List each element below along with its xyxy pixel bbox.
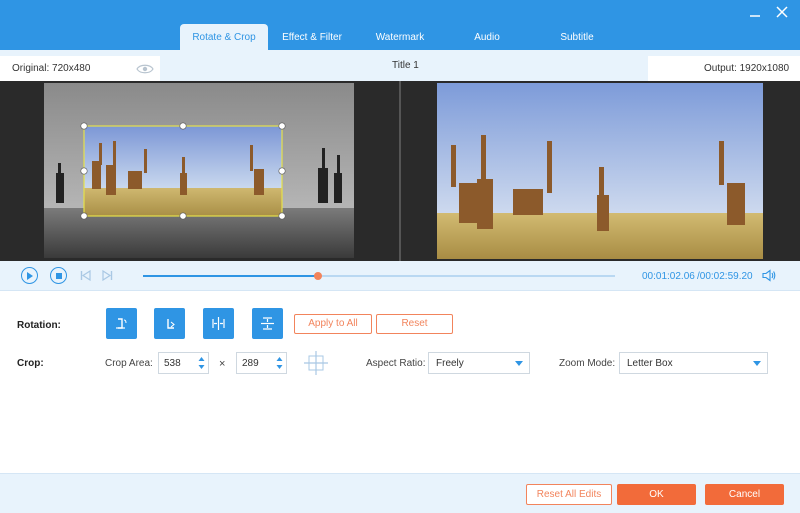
- reset-all-edits-button[interactable]: Reset All Edits: [526, 484, 612, 505]
- rotate-left-icon: [116, 318, 127, 329]
- zoom-mode-value: Letter Box: [627, 358, 673, 369]
- flip-vertical-button[interactable]: [252, 308, 283, 339]
- center-crop-icon[interactable]: [303, 350, 329, 376]
- tab-watermark[interactable]: Watermark: [362, 24, 438, 50]
- stop-button[interactable]: [50, 267, 67, 284]
- progress-track[interactable]: [143, 272, 615, 280]
- video-title: Title 1: [392, 60, 419, 71]
- close-icon[interactable]: [773, 3, 791, 21]
- reset-rotation-button[interactable]: Reset: [376, 314, 453, 334]
- tab-audio[interactable]: Audio: [452, 24, 522, 50]
- stepper-arrows-icon[interactable]: [198, 356, 205, 370]
- output-resolution: Output: 1920x1080: [704, 63, 790, 74]
- crop-area-label: Crop Area:: [105, 358, 153, 369]
- progress-fill: [143, 275, 318, 277]
- crop-label: Crop:: [17, 358, 44, 369]
- chevron-down-icon: [753, 361, 761, 366]
- playback-bar: 00:01:02.06 /00:02:59.20: [0, 261, 800, 291]
- crop-height-stepper[interactable]: 289: [236, 352, 287, 374]
- tab-effect-filter[interactable]: Effect & Filter: [272, 24, 352, 50]
- title-bar: Rotate & Crop Effect & Filter Watermark …: [0, 0, 800, 50]
- chevron-down-icon: [515, 361, 523, 366]
- play-button[interactable]: [21, 267, 38, 284]
- crop-region: [84, 126, 282, 216]
- flip-horizontal-button[interactable]: [203, 308, 234, 339]
- stepper-arrows-icon[interactable]: [276, 356, 283, 370]
- volume-icon[interactable]: [762, 269, 776, 282]
- play-icon: [27, 271, 33, 280]
- eye-icon[interactable]: [136, 63, 154, 75]
- footer-bar: Reset All Edits OK Cancel: [0, 473, 800, 513]
- crop-width-stepper[interactable]: 538: [158, 352, 209, 374]
- original-resolution: Original: 720x480: [12, 63, 91, 74]
- progress-handle[interactable]: [313, 272, 322, 280]
- prev-frame-icon[interactable]: [80, 270, 91, 281]
- current-time: 00:01:02.06: [642, 271, 695, 282]
- rotation-label: Rotation:: [17, 320, 61, 331]
- times-sign: ×: [219, 358, 226, 370]
- edit-controls: Rotation: Apply to All Reset Crop: Crop …: [0, 291, 800, 473]
- original-preview: [44, 83, 354, 258]
- total-time: /00:02:59.20: [697, 271, 753, 282]
- tab-subtitle[interactable]: Subtitle: [540, 24, 614, 50]
- info-bar: Original: 720x480 Title 1 Output: 1920x1…: [0, 50, 800, 81]
- ok-button[interactable]: OK: [617, 484, 696, 505]
- rotate-left-button[interactable]: [106, 308, 137, 339]
- flip-horizontal-icon: [212, 317, 225, 330]
- preview-divider: [399, 81, 401, 261]
- stop-icon: [55, 272, 62, 279]
- zoom-mode-select[interactable]: Letter Box: [619, 352, 768, 374]
- rotate-right-button[interactable]: [154, 308, 185, 339]
- aspect-ratio-select[interactable]: Freely: [428, 352, 530, 374]
- aspect-ratio-label: Aspect Ratio:: [366, 358, 426, 369]
- rotate-right-icon: [167, 319, 175, 329]
- zoom-mode-label: Zoom Mode:: [559, 358, 616, 369]
- flip-vertical-icon: [261, 317, 274, 330]
- aspect-ratio-value: Freely: [436, 358, 464, 369]
- cancel-button[interactable]: Cancel: [705, 484, 784, 505]
- output-preview: [437, 83, 763, 259]
- crop-width-value: 538: [164, 358, 181, 369]
- next-frame-icon[interactable]: [102, 270, 113, 281]
- apply-to-all-button[interactable]: Apply to All: [294, 314, 372, 334]
- tab-rotate-crop[interactable]: Rotate & Crop: [180, 24, 268, 50]
- crop-height-value: 289: [242, 358, 259, 369]
- minimize-icon[interactable]: [746, 3, 764, 21]
